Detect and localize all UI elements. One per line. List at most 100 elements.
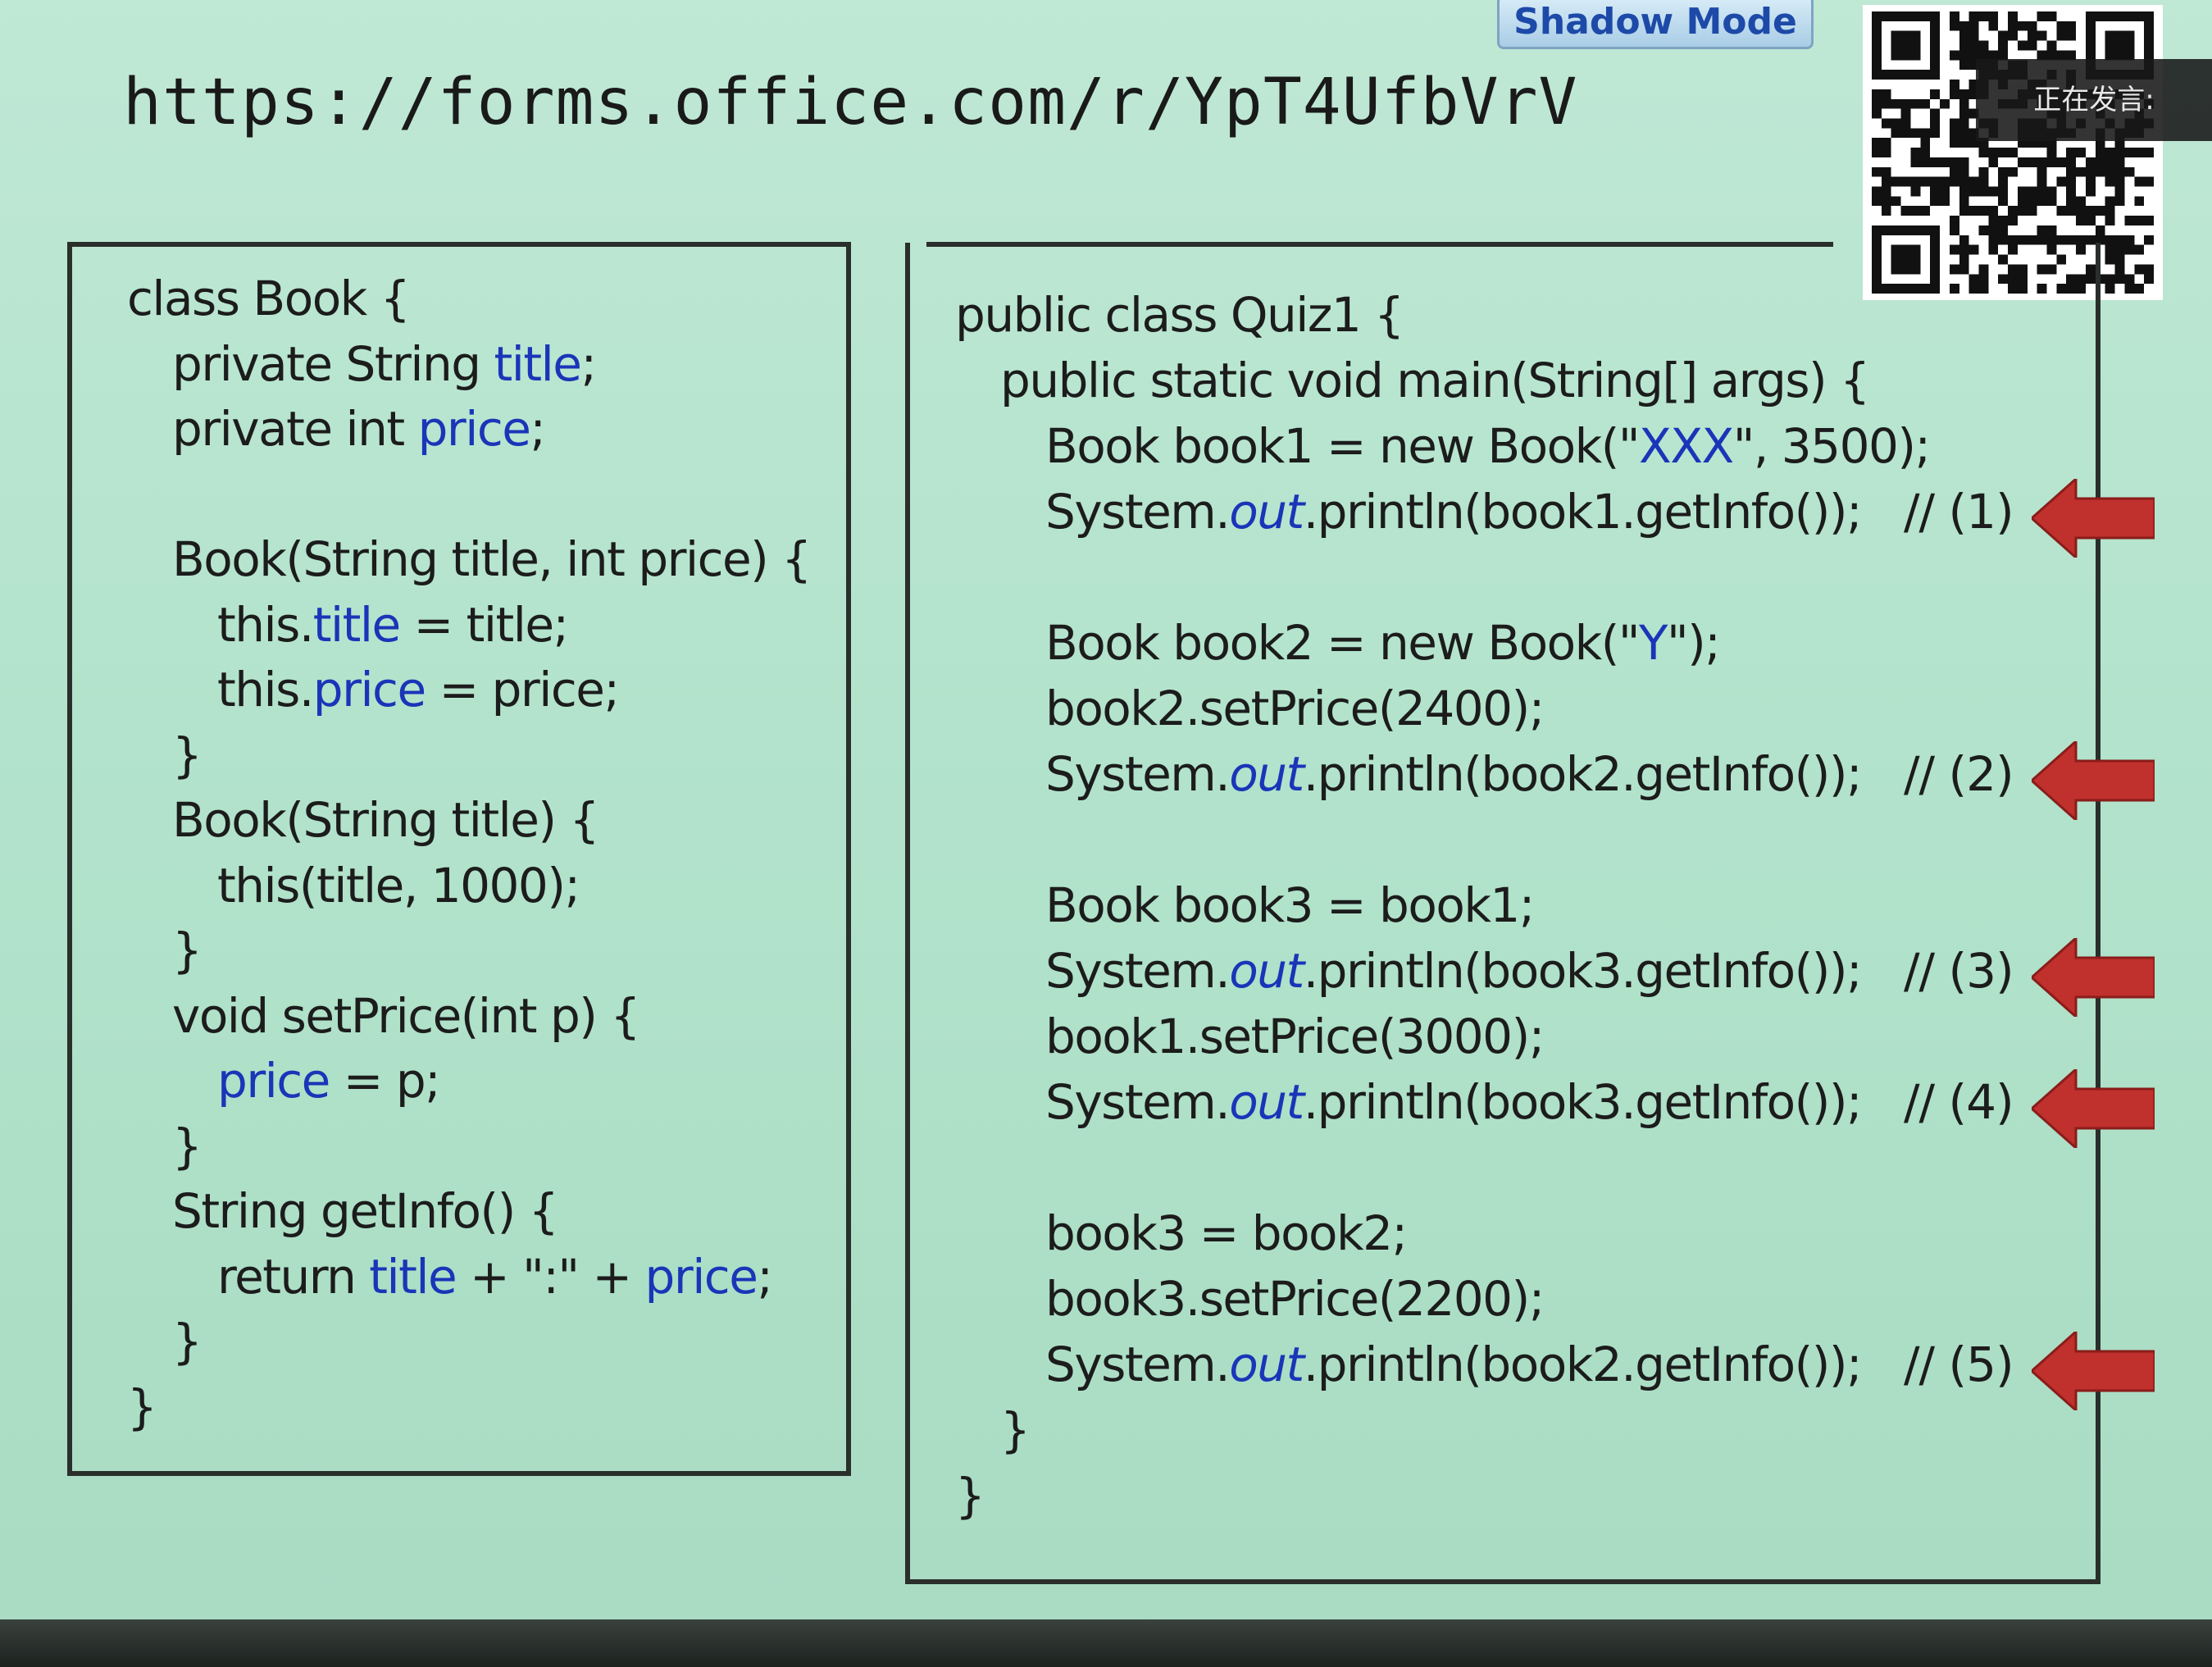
code-line: private int price; [172, 401, 546, 457]
code-token: Book book1 = new Book(" [1045, 418, 1641, 474]
code-token: = price; [425, 662, 620, 717]
code-keyword: out [1229, 1074, 1304, 1130]
code-line: System.out.println(book2.getInfo()); [1045, 746, 1863, 802]
code-token: ; [530, 401, 546, 457]
code-line: } [172, 922, 203, 978]
code-line: System.out.println(book1.getInfo()); [1045, 484, 1863, 540]
code-line: price = p; [217, 1053, 441, 1109]
code-line: } [955, 1468, 985, 1524]
code-token: "); [1666, 615, 1721, 671]
code-line: Book book1 = new Book("XXX", 3500); [1045, 418, 1931, 474]
code-token: public class Quiz1 { [955, 287, 1404, 343]
code-token: Book book2 = new Book(" [1045, 615, 1641, 671]
code-token: void setPrice(int p) { [172, 987, 640, 1044]
code-line: this(title, 1000); [217, 858, 580, 913]
code-token: .println(book3.getInfo()); [1303, 943, 1863, 999]
code-line: private String title; [172, 335, 597, 392]
code-keyword: out [1229, 484, 1304, 540]
code-line: book3 = book2; [1045, 1205, 1408, 1261]
line-comment: // (5) [1904, 1337, 2014, 1392]
code-token: private int [172, 401, 418, 457]
code-line: public class Quiz1 { [955, 287, 1404, 343]
code-token: this. [217, 596, 314, 653]
code-token: } [955, 1468, 985, 1524]
code-keyword: price [417, 401, 531, 457]
code-token: .println(book2.getInfo()); [1303, 1337, 1863, 1392]
code-token: public static void main(String[] args) { [1000, 353, 1870, 408]
code-token: System. [1045, 1074, 1231, 1130]
code-line: Book book3 = book1; [1045, 877, 1535, 933]
code-token: } [127, 1378, 157, 1435]
code-line: this.price = price; [217, 662, 620, 717]
slide: https://forms.office.com/r/YpT4UfbVrV Sh… [0, 0, 2212, 1619]
code-line: } [172, 1118, 203, 1174]
code-keyword: price [644, 1248, 758, 1305]
code-keyword: title [312, 596, 401, 653]
code-keyword: Y [1639, 615, 1668, 671]
code-keyword: title [369, 1248, 457, 1305]
code-line: this.title = title; [217, 596, 569, 653]
code-token: ; [580, 335, 597, 392]
code-line: Book(String title) { [172, 792, 599, 848]
code-token: Book(String title) { [172, 792, 599, 848]
line-comment: // (4) [1904, 1074, 2014, 1130]
code-token: System. [1045, 484, 1231, 540]
code-line: book2.setPrice(2400); [1045, 681, 1545, 736]
code-line: } [172, 726, 203, 783]
code-keyword: price [217, 1053, 330, 1109]
shadow-mode-button[interactable]: Shadow Mode [1497, 0, 1814, 49]
code-token: this. [217, 662, 314, 717]
code-keyword: price [312, 662, 426, 717]
code-token: } [172, 1314, 203, 1369]
left-arrow-icon [2032, 741, 2155, 820]
code-line: void setPrice(int p) { [172, 987, 640, 1044]
code-token: .println(book2.getInfo()); [1303, 746, 1863, 802]
code-line: class Book { [127, 271, 411, 326]
code-token: System. [1045, 943, 1231, 999]
code-token: System. [1045, 746, 1231, 802]
code-token: Book(String title, int price) { [172, 531, 812, 587]
code-token: class Book { [127, 271, 411, 326]
code-token: = title; [399, 596, 569, 653]
left-arrow-icon [2032, 1332, 2155, 1410]
code-keyword: title [494, 335, 582, 392]
code-token: } [1000, 1402, 1031, 1458]
code-token: .println(book3.getInfo()); [1303, 1074, 1863, 1130]
code-keyword: out [1229, 943, 1304, 999]
code-line: public static void main(String[] args) { [1000, 353, 1870, 408]
code-keyword: out [1229, 746, 1304, 802]
code-line: System.out.println(book3.getInfo()); [1045, 943, 1863, 999]
panel-border [926, 242, 1833, 247]
code-token: private String [172, 335, 494, 392]
code-line: Book(String title, int price) { [172, 531, 812, 587]
left-arrow-icon [2032, 1069, 2155, 1148]
code-line: return title + ":" + price; [217, 1248, 773, 1305]
code-token: ", 3500); [1732, 418, 1931, 474]
code-token: } [172, 922, 203, 978]
code-line: System.out.println(book3.getInfo()); [1045, 1074, 1863, 1130]
speaking-indicator: 正在发言: [1976, 59, 2212, 141]
code-token: book3.setPrice(2200); [1045, 1271, 1545, 1327]
form-url[interactable]: https://forms.office.com/r/YpT4UfbVrV [123, 66, 1578, 139]
line-comment: // (1) [1904, 484, 2014, 540]
code-token: = p; [329, 1053, 441, 1109]
line-comment: // (2) [1904, 746, 2014, 802]
code-keyword: out [1229, 1337, 1304, 1392]
code-line: } [127, 1378, 157, 1435]
code-token: String getInfo() { [172, 1183, 559, 1239]
code-line: } [1000, 1402, 1031, 1458]
code-token: System. [1045, 1337, 1231, 1392]
code-token: this(title, 1000); [217, 857, 580, 913]
code-token: + ":" + [456, 1248, 645, 1305]
code-token: Book book3 = book1; [1045, 877, 1535, 933]
code-line: } [172, 1314, 203, 1369]
code-line: Book book2 = new Book("Y"); [1045, 615, 1721, 671]
left-arrow-icon [2032, 479, 2155, 558]
code-line: System.out.println(book2.getInfo()); [1045, 1337, 1863, 1392]
code-token: } [172, 726, 203, 783]
code-line: book3.setPrice(2200); [1045, 1271, 1545, 1327]
line-comment: // (3) [1904, 943, 2014, 999]
code-keyword: XXX [1639, 418, 1734, 474]
code-token: book2.setPrice(2400); [1045, 681, 1545, 736]
code-line: book1.setPrice(3000); [1045, 1009, 1545, 1064]
